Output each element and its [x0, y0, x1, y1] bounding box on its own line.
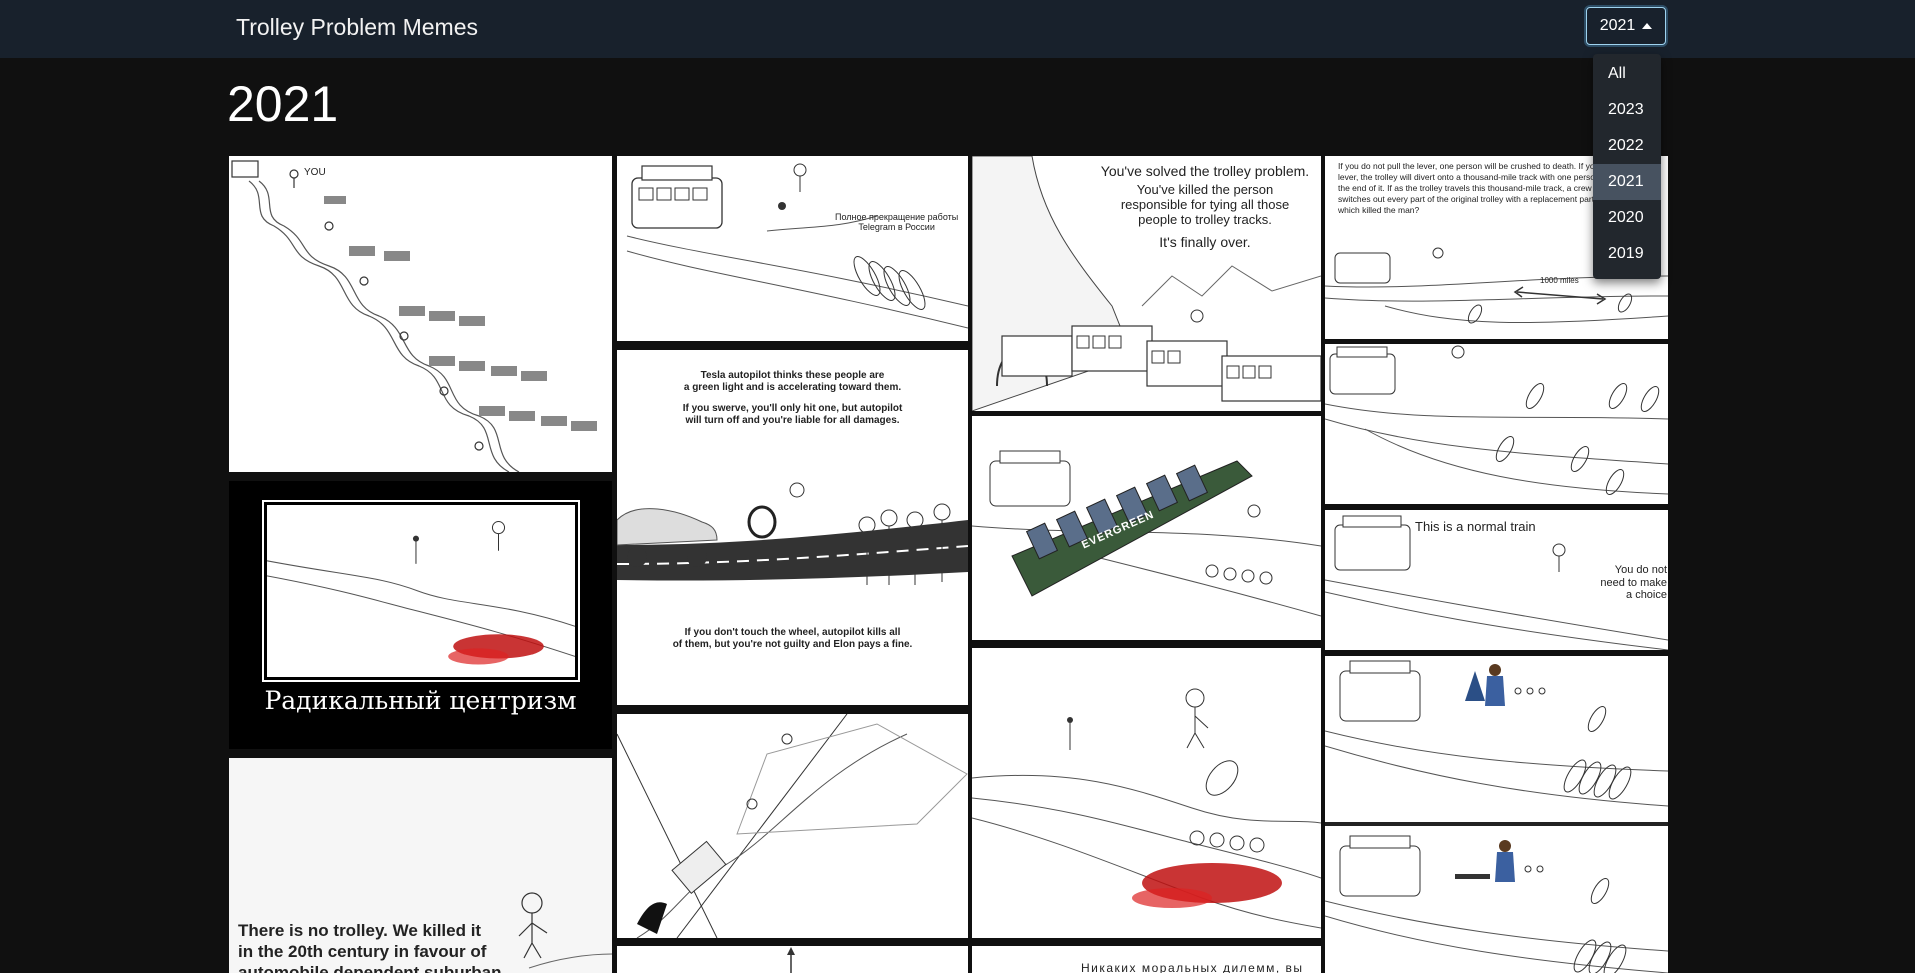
multi-track-drawing [1325, 345, 1668, 495]
meme-image-radical-centrism[interactable]: Радикальный центризм [229, 481, 612, 749]
meme-image-lever-holders[interactable] [1325, 656, 1668, 973]
year-dropdown-toggle[interactable]: 2021 [1586, 7, 1666, 45]
meme-image-multi-track[interactable] [1325, 344, 1668, 504]
meme-image-evergreen[interactable]: EVERGREEN [972, 416, 1321, 640]
year-option-2023[interactable]: 2023 [1593, 92, 1661, 128]
year-option-all[interactable]: All [1593, 56, 1661, 92]
year-option-2020[interactable]: 2020 [1593, 200, 1661, 236]
evergreen-ship-drawing [972, 450, 1321, 617]
winding-track-drawing [231, 160, 597, 472]
telegram-trolley-drawing [626, 163, 968, 329]
meme-text-no-trolley: There is no trolley. We killed it in the… [238, 921, 502, 973]
meme-image-solved-trolley-problem[interactable]: You've solved the trolley problem. You'v… [972, 156, 1321, 411]
meme-text-tesla-bottom: If you don't touch the wheel, autopilot … [672, 627, 913, 650]
meme-image-tesla-autopilot[interactable]: Tesla autopilot thinks these people are … [617, 350, 968, 705]
meme-image-telegram-shutdown[interactable]: Полное прекращение работы Telegram в Рос… [617, 156, 968, 341]
meme-image-no-trolley[interactable]: There is no trolley. We killed it in the… [229, 758, 612, 973]
meme-text-no-dilemmas: Никаких моральных дилемм, вы [1081, 961, 1304, 973]
caret-up-icon [1642, 23, 1653, 29]
meme-image-no-dilemmas[interactable]: Никаких моральных дилемм, вы [972, 946, 1321, 973]
meme-image-derailment[interactable] [617, 714, 968, 938]
meme-caption-radical-centrism: Радикальный центризм [264, 686, 577, 715]
lever-blood-drawing [972, 688, 1321, 929]
centrism-track-drawing [267, 521, 575, 665]
meme-text-no-choice: You do not need to make a choice [1600, 564, 1667, 602]
year-option-2022[interactable]: 2022 [1593, 128, 1661, 164]
year-dropdown-menu: All 2023 2022 2021 2020 2019 [1593, 54, 1661, 279]
meme-image-normal-train[interactable]: This is a normal train You do not need t… [1325, 510, 1668, 650]
meme-label-miles: 1000 miles [1540, 276, 1579, 285]
derailment-drawing [617, 714, 968, 938]
meme-frame [262, 500, 580, 682]
meme-text-solved: You've solved the trolley problem. You'v… [1100, 163, 1310, 250]
top-navbar: Trolley Problem Memes 2021 [0, 0, 1915, 58]
meme-image-lever-blood[interactable] [972, 648, 1321, 938]
meme-you-label: YOU [304, 167, 326, 178]
partial-arrow-drawing [787, 947, 795, 973]
meme-caption-telegram: Полное прекращение работы Telegram в Рос… [835, 212, 959, 233]
brand-link[interactable]: Trolley Problem Memes [236, 14, 478, 41]
lever-holders-drawing [1325, 660, 1668, 973]
year-dropdown-selected: 2021 [1599, 17, 1636, 34]
year-option-2021[interactable]: 2021 [1593, 164, 1661, 200]
meme-image-partial-arrow[interactable] [617, 946, 968, 973]
year-option-2019[interactable]: 2019 [1593, 236, 1661, 272]
tesla-road-drawing [617, 482, 968, 585]
page-title: 2021 [227, 76, 339, 132]
meme-image-winding-track[interactable]: YOU [229, 156, 612, 472]
meme-text-normal-train: This is a normal train [1415, 519, 1536, 534]
